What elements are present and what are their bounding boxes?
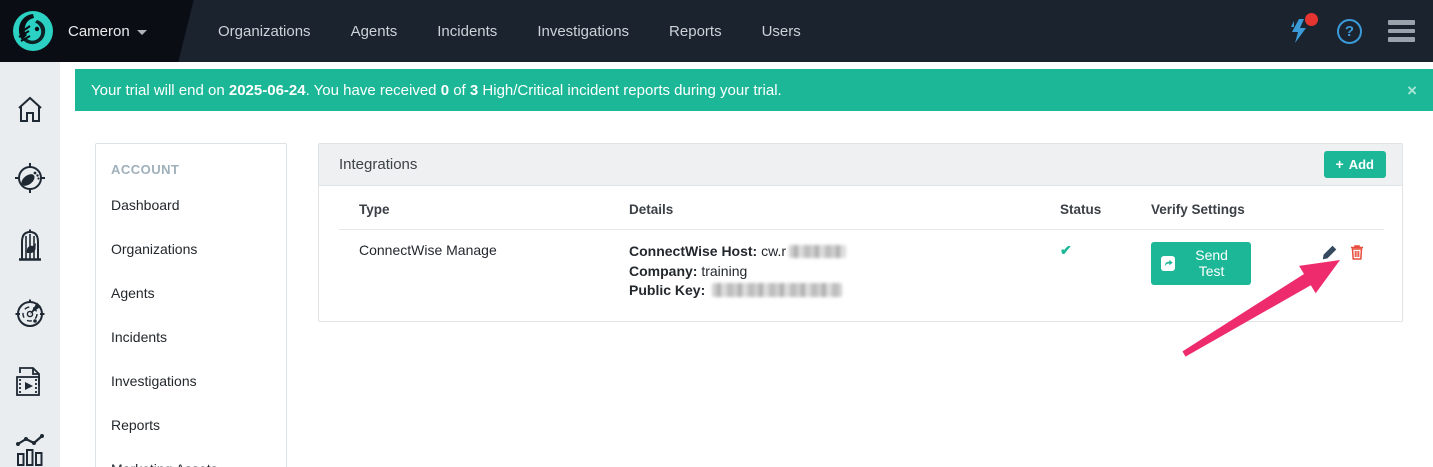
detail-host: ConnectWise Host: cw.r [629,242,1020,262]
report-media-icon[interactable] [0,348,60,416]
share-arrow-icon [1161,256,1175,271]
nav-item-incidents[interactable]: Incidents [437,23,497,40]
integrations-table: Type Details Status Verify Settings Conn… [339,186,1384,321]
integrations-panel: Integrations + Add Type Details Status V… [318,143,1403,322]
caged-bird-icon[interactable] [0,212,60,280]
cell-status: ✔ [1040,230,1131,321]
user-dropdown[interactable]: Cameron [68,23,147,40]
help-icon[interactable]: ? [1337,19,1362,44]
primary-nav: Organizations Agents Incidents Investiga… [218,23,801,40]
account-sidebar: ACCOUNT Dashboard Organizations Agents I… [95,143,287,467]
status-check-icon: ✔ [1060,242,1072,258]
nav-item-reports[interactable]: Reports [669,23,722,40]
send-test-button[interactable]: Send Test [1151,242,1251,285]
sidebar-item-incidents[interactable]: Incidents [111,319,271,354]
detail-public-key: Public Key: [629,281,1020,301]
sidebar-item-reports[interactable]: Reports [111,407,271,442]
app-window: Cameron Organizations Agents Incidents I… [0,0,1433,467]
panel-header: Integrations + Add [319,144,1402,186]
lightning-icon[interactable] [1289,18,1311,44]
notification-dot [1305,13,1318,26]
nav-item-agents[interactable]: Agents [351,23,398,40]
footprint-crosshair-icon[interactable] [0,144,60,212]
delete-trash-icon[interactable] [1350,244,1364,263]
stats-chart-icon[interactable] [0,416,60,467]
sidebar-item-dashboard[interactable]: Dashboard [111,187,271,222]
cell-type: ConnectWise Manage [339,230,609,321]
col-header-actions [1271,186,1384,230]
menu-icon[interactable] [1388,20,1415,42]
navbar-brand-section: Cameron [0,0,172,62]
trial-banner: Your trial will end on 2025-06-24. You h… [75,69,1433,111]
content-area: ACCOUNT Dashboard Organizations Agents I… [60,143,1433,467]
cell-verify: Send Test [1131,230,1271,321]
close-icon[interactable]: × [1407,82,1417,99]
sidebar-heading: ACCOUNT [111,156,271,187]
sidebar-item-marketing-assets[interactable]: Marketing Assets [111,451,271,467]
nav-item-organizations[interactable]: Organizations [218,23,311,40]
col-header-details: Details [609,186,1040,230]
huntress-logo-icon[interactable] [10,8,56,54]
radar-icon[interactable] [0,280,60,348]
redacted-host-value [789,245,846,258]
banner-text: Your trial will end on 2025-06-24. You h… [91,82,782,99]
nav-item-users[interactable]: Users [762,23,801,40]
sidebar-item-investigations[interactable]: Investigations [111,363,271,398]
icon-rail [0,62,60,467]
redacted-public-key-value [712,283,842,297]
user-name: Cameron [68,23,130,40]
nav-item-investigations[interactable]: Investigations [537,23,629,40]
detail-company: Company: training [629,262,1020,282]
cell-actions [1271,230,1384,321]
top-navbar: Cameron Organizations Agents Incidents I… [0,0,1433,62]
panel-title: Integrations [339,156,417,173]
home-icon[interactable] [0,76,60,144]
col-header-verify-settings: Verify Settings [1131,186,1271,230]
navbar-right-icons: ? [1289,18,1433,44]
chevron-down-icon [137,30,147,35]
col-header-type: Type [339,186,609,230]
col-header-status: Status [1040,186,1131,230]
cell-details: ConnectWise Host: cw.r Company: training… [609,230,1040,321]
table-header-row: Type Details Status Verify Settings [339,186,1384,230]
table-row: ConnectWise Manage ConnectWise Host: cw.… [339,230,1384,321]
plus-icon: + [1336,156,1344,172]
sidebar-item-organizations[interactable]: Organizations [111,231,271,266]
add-button[interactable]: + Add [1324,151,1386,178]
edit-pencil-icon[interactable] [1322,245,1337,263]
sidebar-item-agents[interactable]: Agents [111,275,271,310]
